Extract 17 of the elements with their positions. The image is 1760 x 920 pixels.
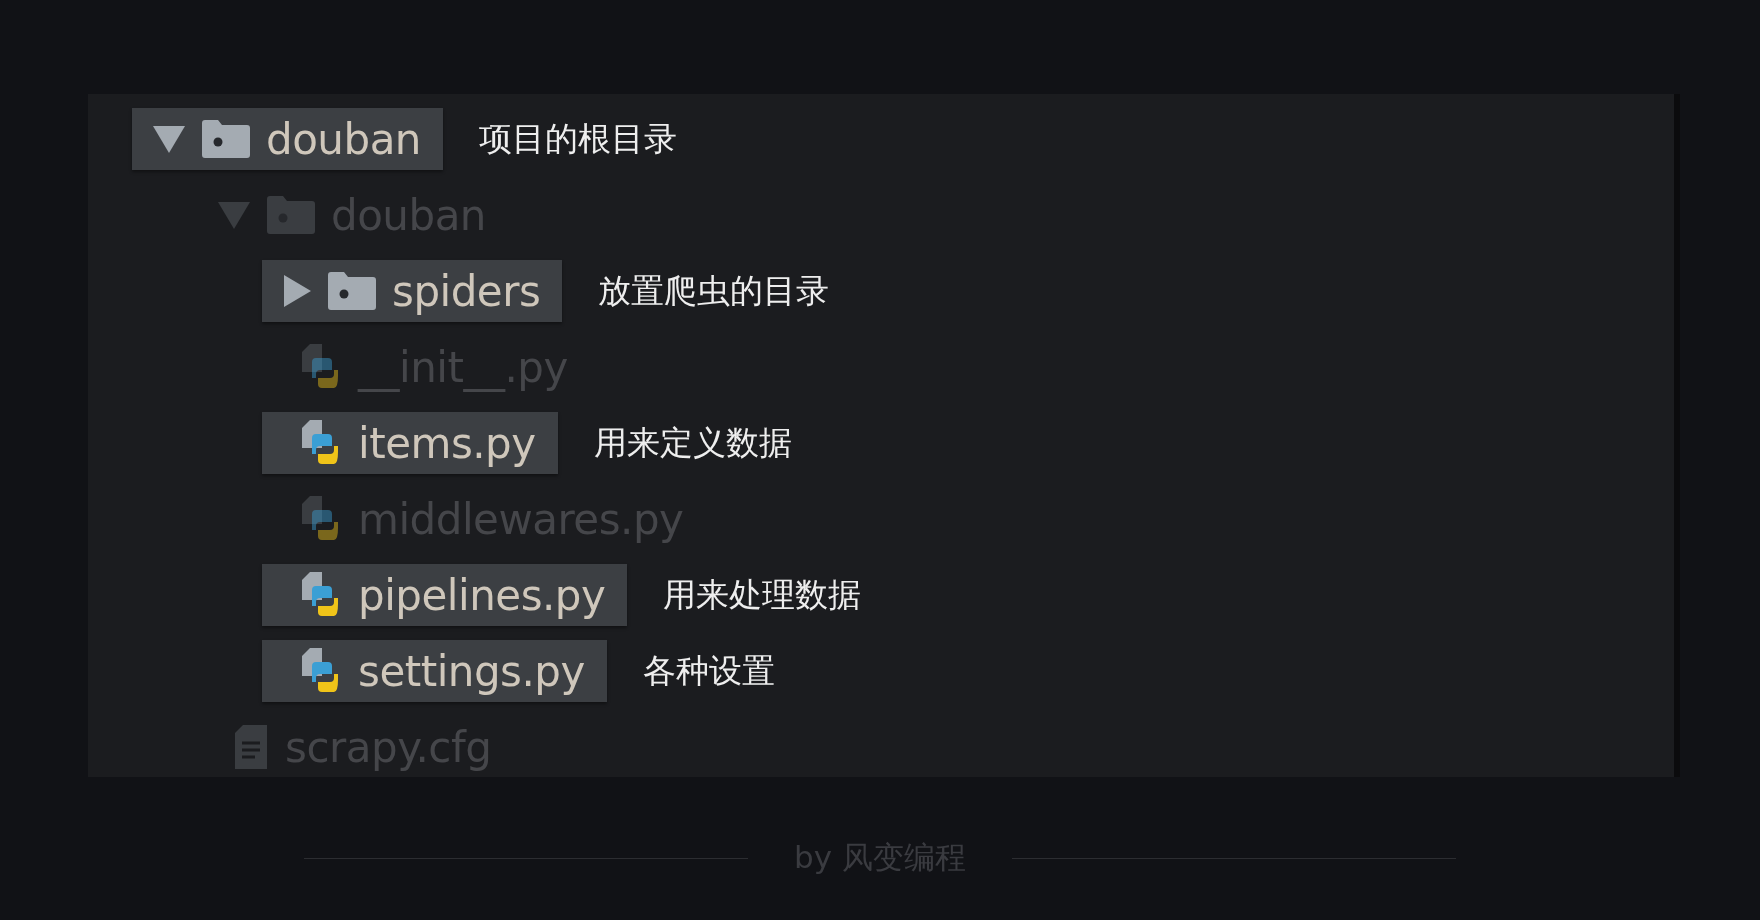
folder-icon [202, 120, 250, 158]
tree-item[interactable]: spiders [262, 260, 563, 322]
annotation-text: 各种设置 [642, 649, 775, 692]
annotation-text: 用来处理数据 [663, 573, 862, 616]
annotation-text: 放置爬虫的目录 [598, 269, 830, 312]
collapse-arrow-icon [217, 200, 251, 230]
tree-item[interactable]: items.py [262, 412, 558, 474]
tree-item[interactable]: pipelines.py [262, 564, 628, 626]
folder-icon [267, 196, 315, 234]
expand-arrow-icon [282, 274, 312, 308]
tree-item[interactable]: settings.py [262, 640, 607, 702]
tree-item[interactable]: douban [132, 108, 443, 170]
collapse-arrow-icon [152, 124, 186, 154]
folder-icon [328, 272, 376, 310]
annotation-text: 项目的根目录 [479, 117, 677, 160]
annotation-text: 用来定义数据 [593, 421, 792, 464]
text-file-icon [233, 723, 269, 771]
